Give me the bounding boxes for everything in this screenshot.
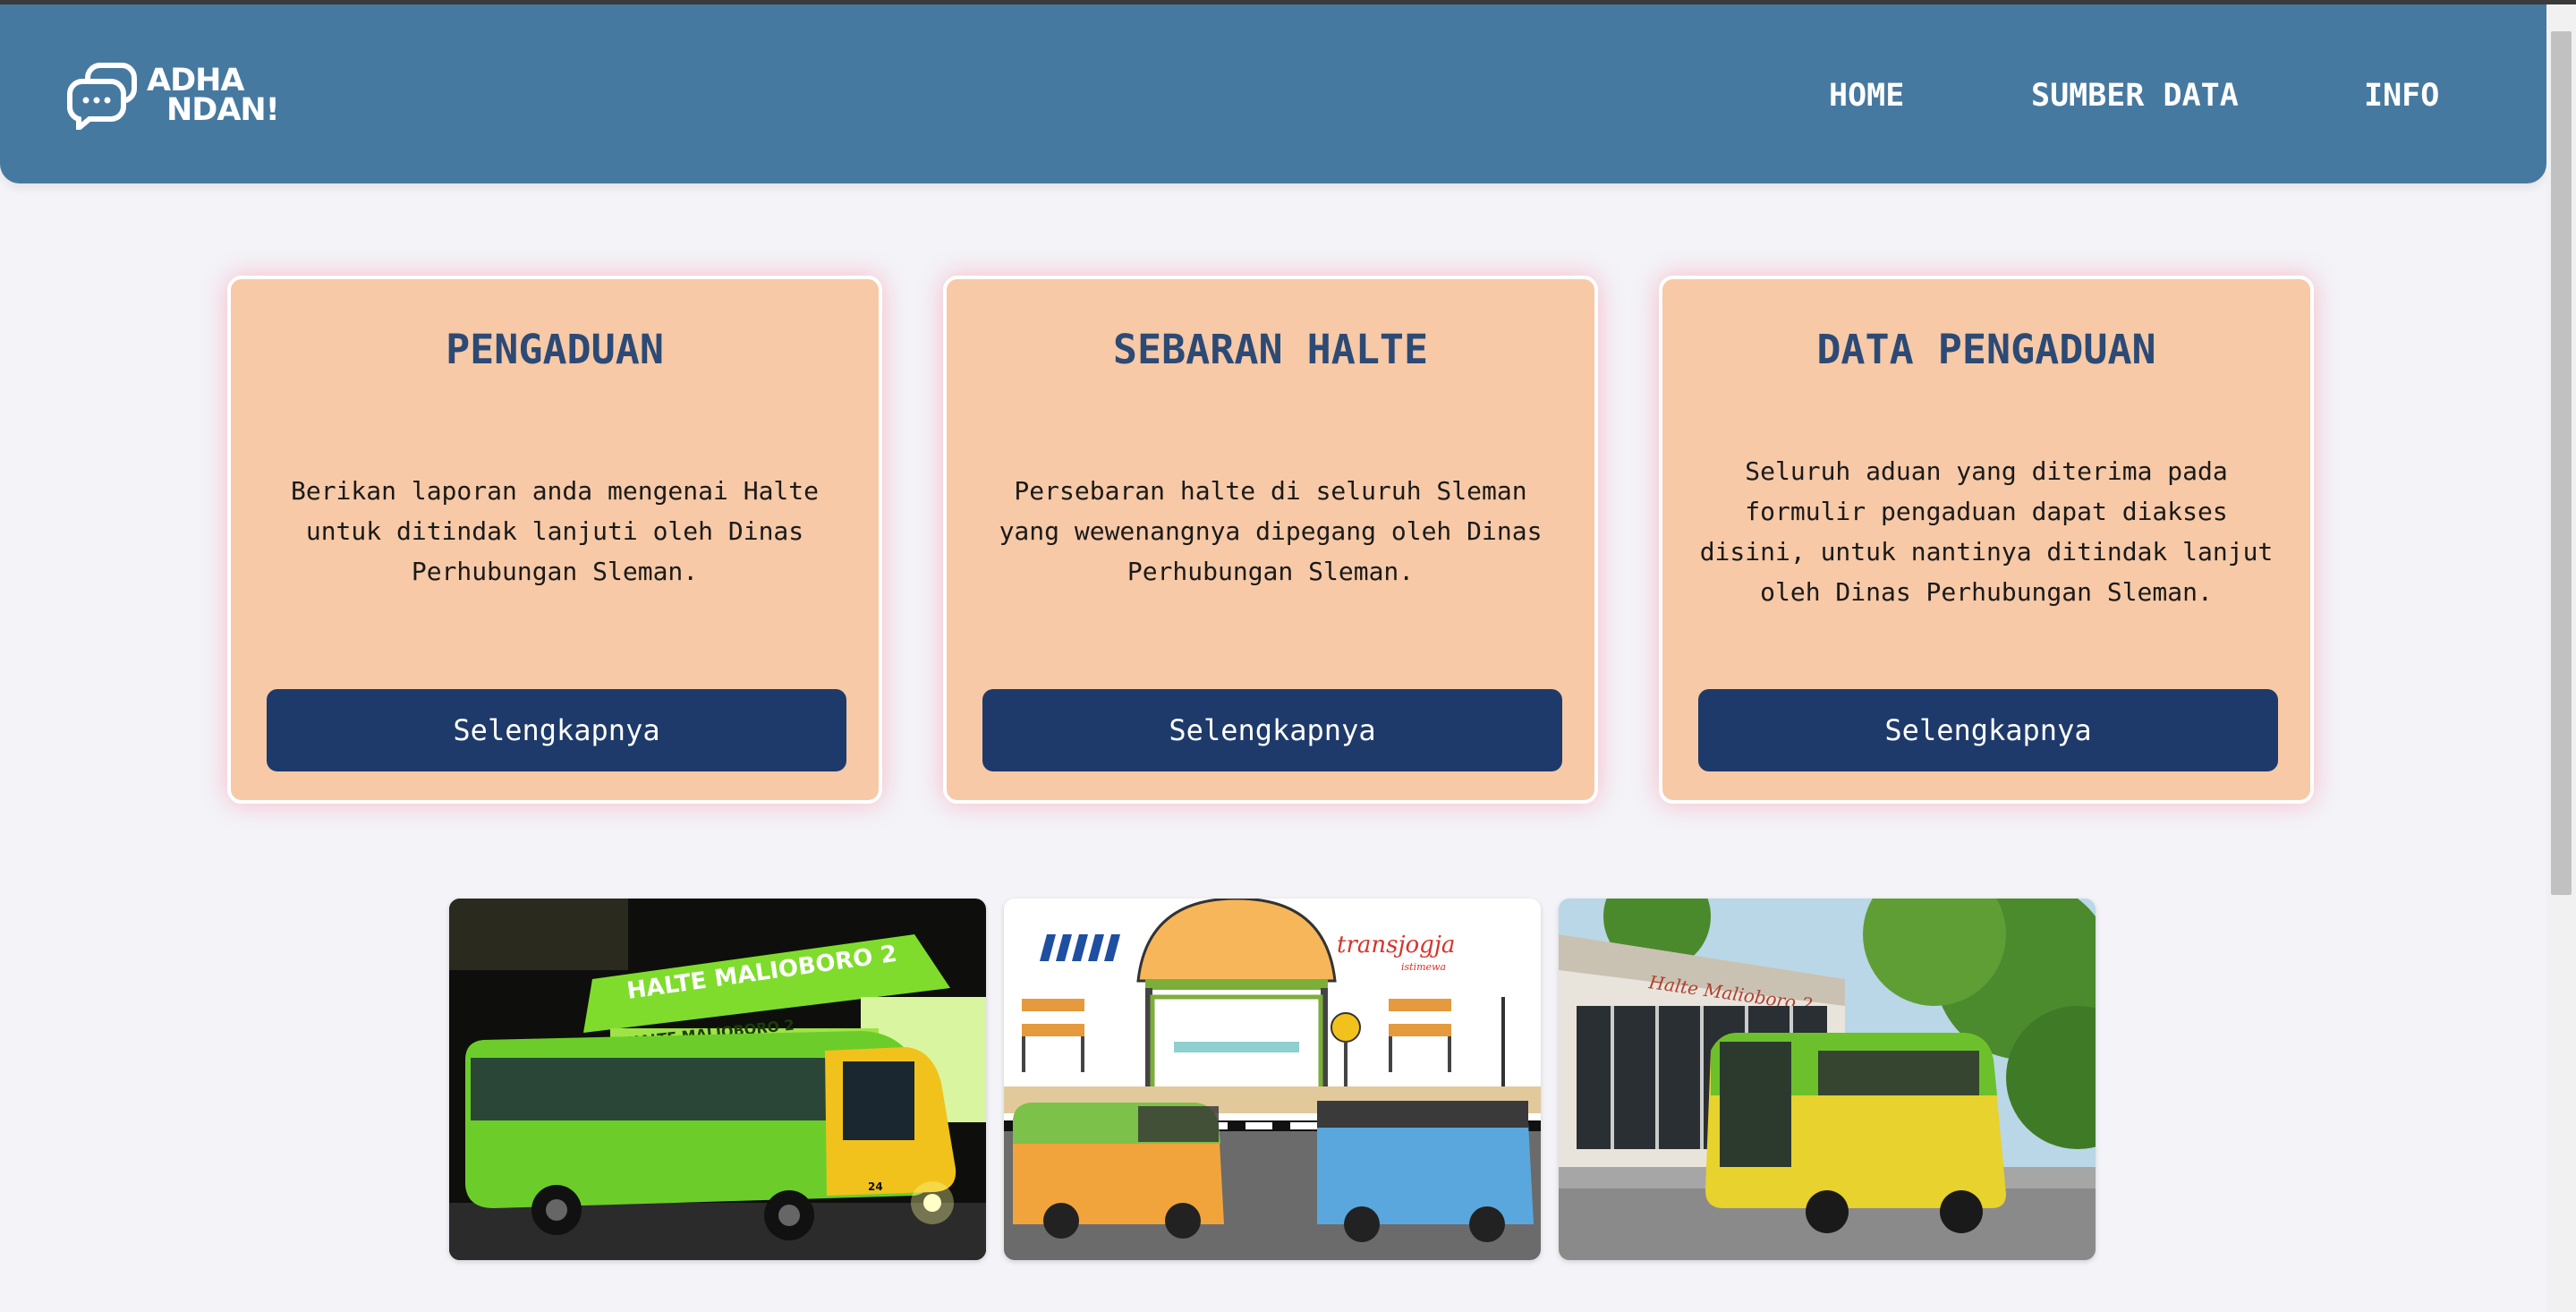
card-description: Berikan laporan anda mengenai Halte untu…	[290, 476, 819, 586]
card-title: SEBARAN HALTE	[1112, 326, 1429, 373]
transjogja-tagline-text: istimewa	[1401, 961, 1446, 973]
card-sebaran-halte: SEBARAN HALTE Persebaran halte di seluru…	[943, 276, 1598, 804]
nav-sumber-data[interactable]: SUMBER DATA	[2031, 78, 2239, 114]
nav-info[interactable]: INFO	[2364, 78, 2439, 114]
card-description: Persebaran halte di seluruh Sleman yang …	[999, 476, 1543, 586]
nav-home[interactable]: HOME	[1829, 78, 1904, 114]
transjogja-illustration: transjogja istimewa	[1004, 899, 1541, 1260]
navbar: ADHA NDAN! HOME SUMBER DATA INFO	[0, 4, 2546, 183]
card-title: PENGADUAN	[446, 326, 664, 373]
bus-number-badge: 24	[868, 1180, 883, 1193]
selengkapnya-button[interactable]: Selengkapnya	[267, 689, 846, 771]
main-nav: HOME SUMBER DATA INFO	[0, 78, 2546, 123]
scrollbar-thumb[interactable]	[2551, 31, 2572, 895]
bus-at-night-photo: HALTE MALIOBORO 2 HALTE MALIOBORO 2 24	[449, 899, 986, 1260]
card-data-pengaduan: DATA PENGADUAN Seluruh aduan yang diteri…	[1659, 276, 2314, 804]
bus-at-halte-photo: Halte Malioboro 2	[1559, 899, 2096, 1260]
selengkapnya-button[interactable]: Selengkapnya	[982, 689, 1562, 771]
photo-gallery: HALTE MALIOBORO 2 HALTE MALIOBORO 2 24 t…	[449, 899, 2097, 1260]
selengkapnya-button[interactable]: Selengkapnya	[1698, 689, 2278, 771]
card-description: Seluruh aduan yang diterima pada formuli…	[1699, 456, 2274, 607]
transjogja-brand-text: transjogja	[1337, 932, 1455, 958]
page-scrollbar[interactable]	[2546, 4, 2576, 1312]
card-pengaduan: PENGADUAN Berikan laporan anda mengenai …	[227, 276, 882, 804]
card-title: DATA PENGADUAN	[1816, 326, 2156, 373]
feature-cards: PENGADUAN Berikan laporan anda mengenai …	[227, 276, 2317, 809]
